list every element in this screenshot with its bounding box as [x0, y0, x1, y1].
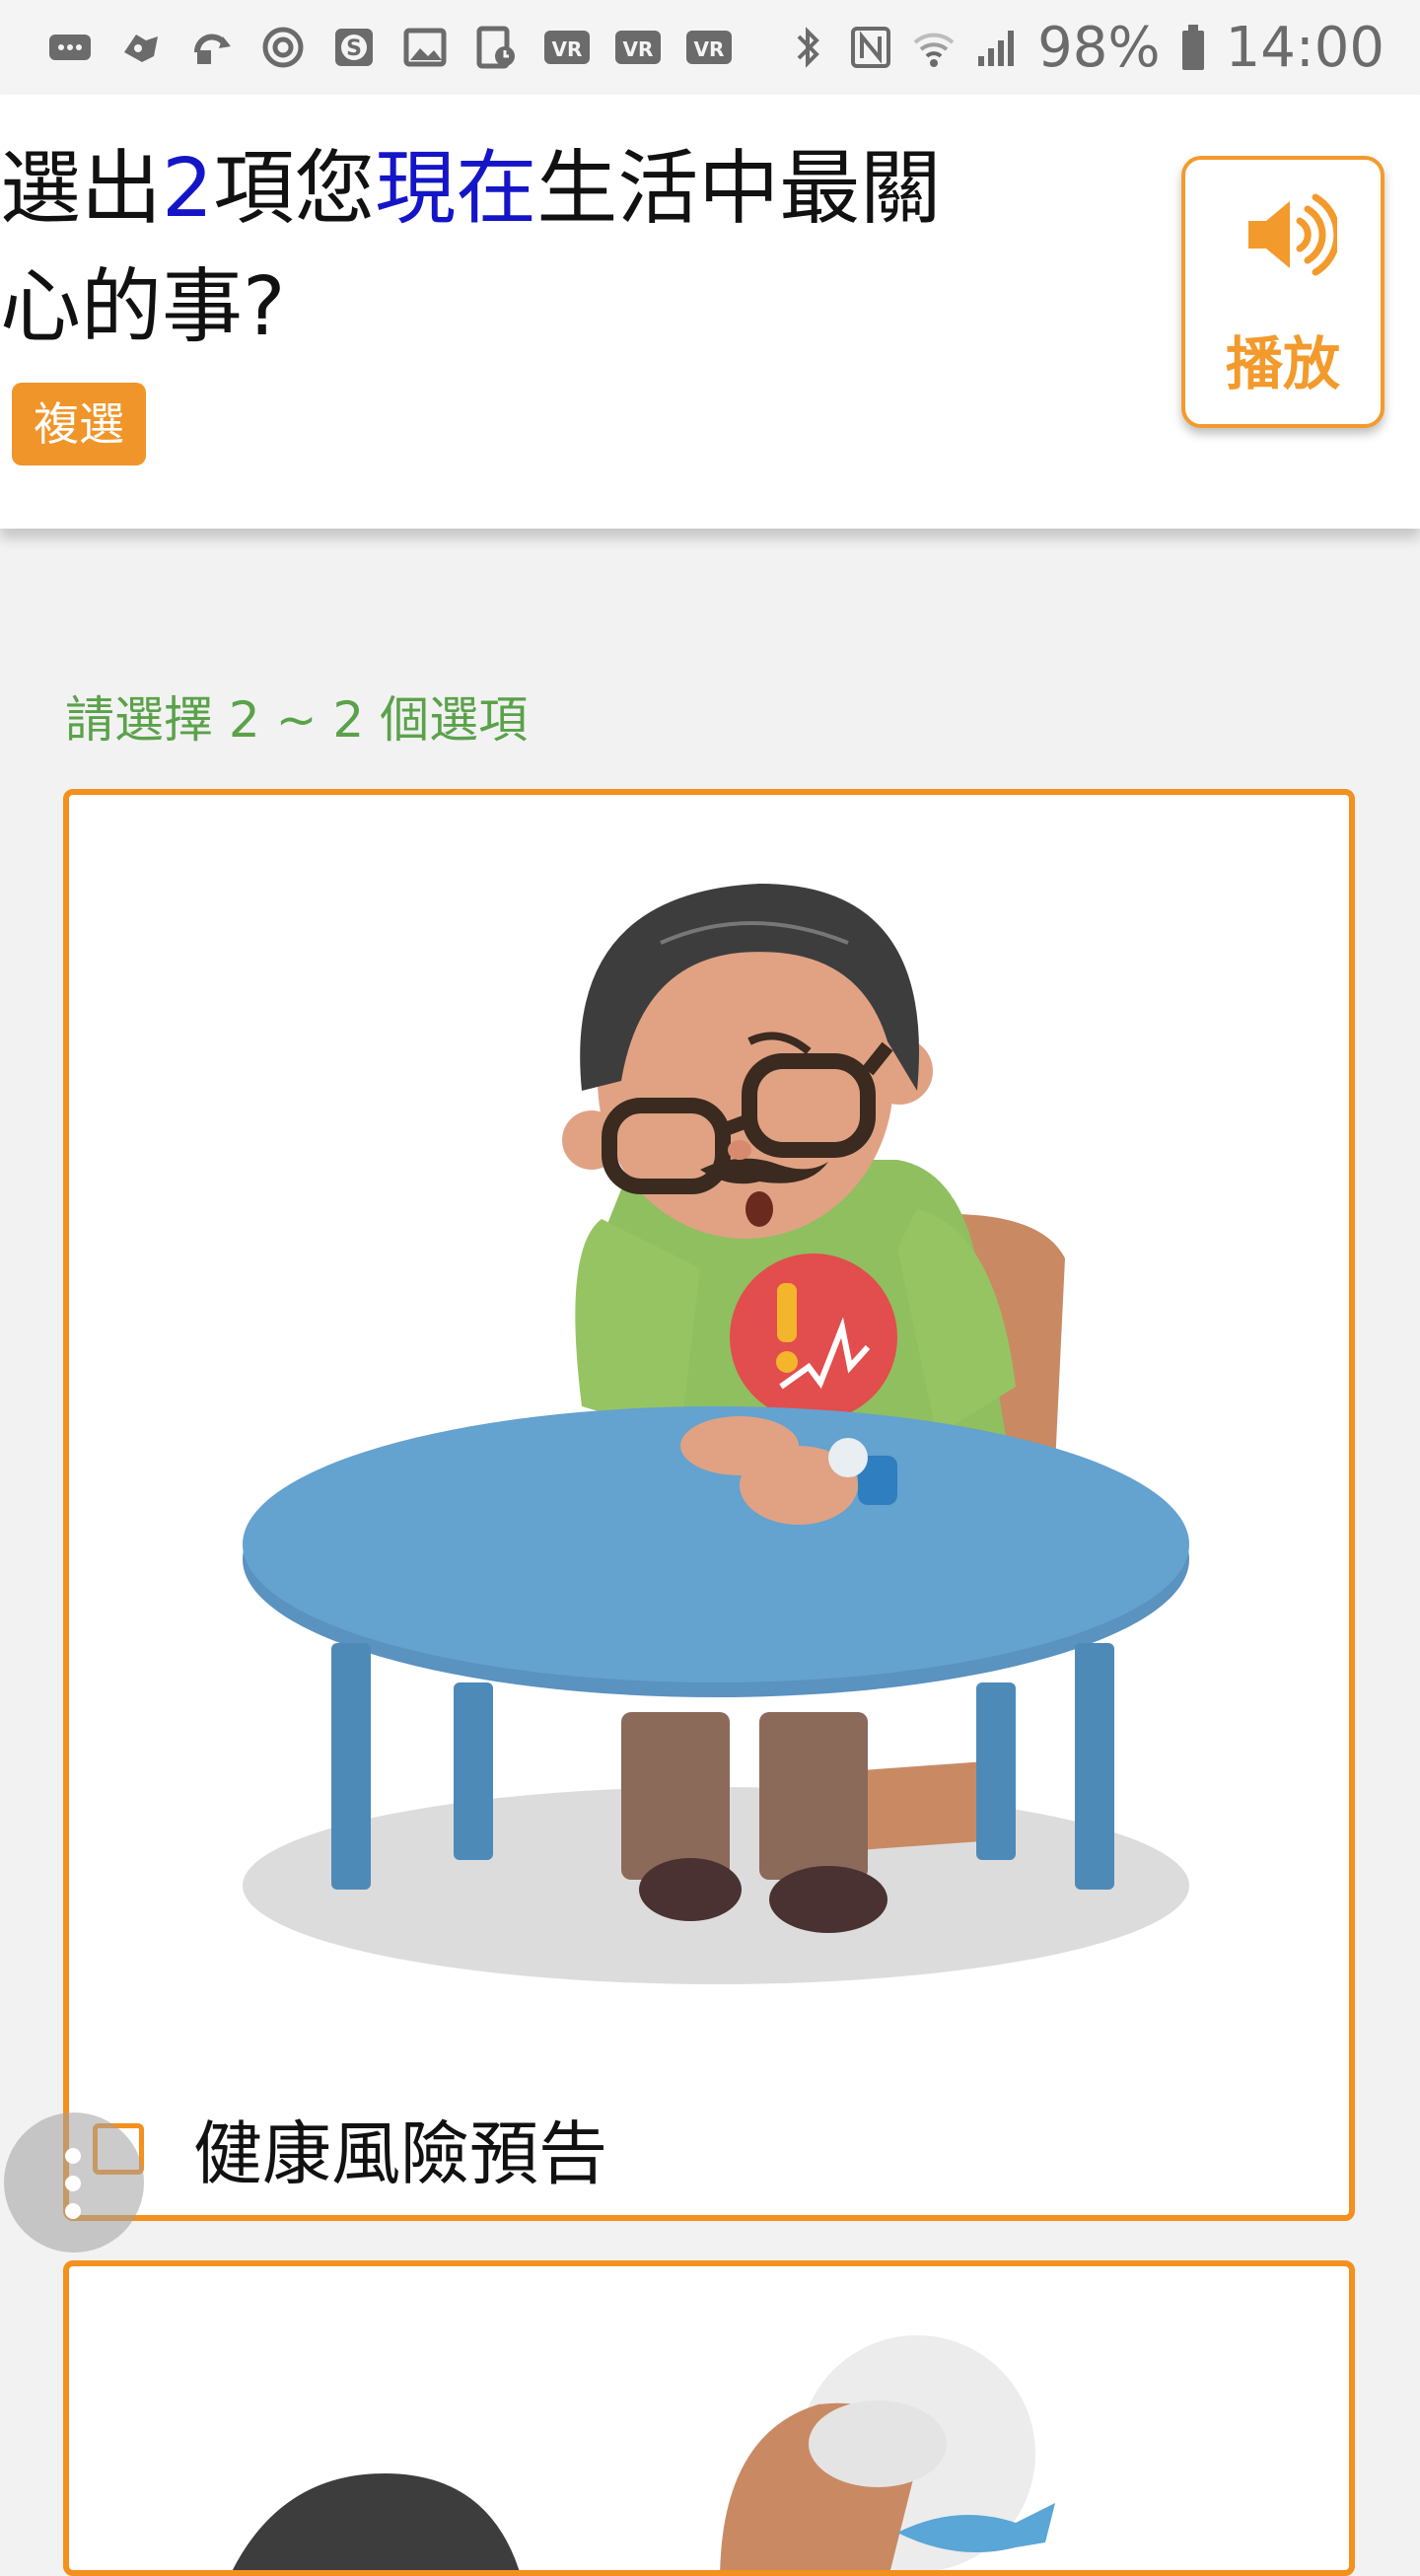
game-icon — [116, 23, 166, 72]
vr-icon: VR — [684, 23, 734, 72]
vr-icon: VR — [542, 23, 592, 72]
play-label: 播放 — [1225, 330, 1340, 397]
battery-percent: 98% — [1037, 15, 1161, 80]
selection-hint: 請選擇 2 ~ 2 個選項 — [65, 691, 529, 749]
floating-menu-button[interactable] — [4, 2112, 144, 2253]
option-illustration — [232, 2335, 1055, 2570]
status-bar: S VR VR VR 98% 14:00 — [0, 0, 1420, 95]
sync-icon — [187, 23, 237, 72]
question-header: 選出2項您現在生活中最關 心的事? 複選 播放 — [0, 95, 1420, 529]
wifi-icon — [911, 23, 957, 72]
s-app-icon: S — [329, 23, 379, 72]
play-audio-button[interactable]: 播放 — [1181, 156, 1384, 428]
svg-text:VR: VR — [552, 37, 583, 61]
system-status: 98% 14:00 — [785, 16, 1384, 80]
option-card[interactable] — [63, 2260, 1355, 2576]
clock: 14:00 — [1225, 15, 1384, 80]
svg-text:VR: VR — [623, 37, 654, 61]
svg-text:VR: VR — [694, 37, 725, 61]
chat-icon — [45, 23, 95, 72]
bluetooth-icon — [785, 23, 830, 72]
health-risk-illustration — [243, 884, 1189, 1984]
battery-icon — [1178, 23, 1208, 72]
signal-icon — [974, 23, 1020, 72]
vr-icon: VR — [613, 23, 663, 72]
question-title: 選出2項您現在生活中最關 心的事? — [0, 142, 942, 354]
multi-select-badge: 複選 — [12, 383, 146, 465]
option-label: 健康風險預告 — [193, 2113, 607, 2194]
question-highlight: 現在 — [375, 142, 537, 236]
svg-text:S: S — [346, 36, 362, 61]
more-vert-icon — [65, 2148, 81, 2231]
speaker-icon — [1248, 193, 1337, 276]
notification-icons: S VR VR VR — [45, 23, 734, 72]
question-number: 2 — [162, 142, 214, 236]
option-card[interactable]: 健康風險預告 — [63, 789, 1355, 2221]
schedule-icon — [471, 23, 521, 72]
image-icon — [400, 23, 450, 72]
nfc-icon — [848, 23, 893, 72]
option-row[interactable]: 健康風險預告 — [93, 2099, 607, 2198]
target-icon — [258, 23, 308, 72]
